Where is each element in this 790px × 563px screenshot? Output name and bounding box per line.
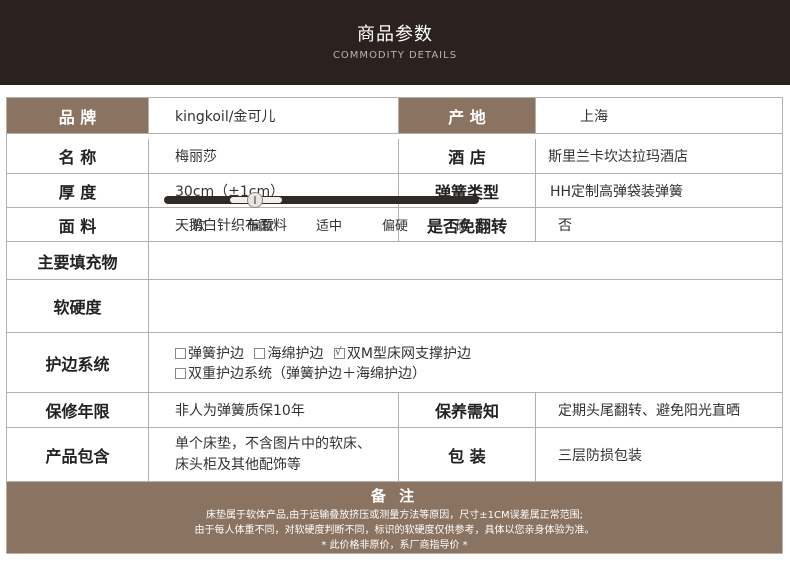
package-label: 产品包含 bbox=[7, 428, 149, 482]
firmness-tick-2: 适中 bbox=[315, 219, 343, 234]
edge-options-line-2: 双重护边系统（弹簧护边＋海绵护边） bbox=[175, 363, 426, 383]
care-label: 保养需知 bbox=[399, 393, 536, 428]
checkbox-icon bbox=[175, 368, 186, 379]
firmness-tick-1: 偏软 bbox=[247, 219, 275, 234]
brand-label: 品 牌 bbox=[7, 98, 149, 134]
checkbox-icon bbox=[254, 348, 266, 359]
page-header: 商品参数 COMMODITY DETAILS bbox=[0, 0, 790, 85]
firmness-knob[interactable] bbox=[247, 192, 263, 208]
name-value: 梅丽莎 bbox=[149, 139, 399, 174]
package-value-line2: 床头柜及其他配饰等 bbox=[175, 456, 301, 473]
warranty-value: 非人为弹簧质保10年 bbox=[149, 393, 399, 428]
origin-value: 上海 bbox=[536, 98, 782, 134]
firmness-tick-3: 偏硬 bbox=[381, 219, 409, 234]
firmness-slider[interactable]: 软 偏软 适中 偏硬 硬 bbox=[164, 184, 479, 234]
package-value-line1: 单个床垫，不含图片中的软床、 bbox=[175, 435, 371, 452]
warranty-label: 保修年限 bbox=[7, 393, 149, 428]
notes-title: 备 注 bbox=[370, 487, 419, 505]
firmness-tick-4: 硬 bbox=[455, 219, 469, 234]
checkbox-checked-icon bbox=[333, 345, 345, 359]
packing-value: 三层防损包装 bbox=[536, 428, 782, 482]
brand-value: kingkoil/金可儿 bbox=[149, 98, 399, 134]
edge-option-double-m[interactable]: 双M型床网支撑护边 bbox=[333, 345, 471, 362]
notes-line-1: 床垫属于软体产品,由于运输叠放挤压或测量方法等原因，尺寸±1CM误差属正常范围; bbox=[206, 510, 583, 521]
thickness-label: 厚 度 bbox=[7, 174, 149, 208]
spec-table: 品 牌 kingkoil/金可儿 产 地 上海 名 称 梅丽莎 酒 店 斯里兰卡… bbox=[6, 97, 783, 554]
notes-line-2: 由于每人体重不同，对软硬度判断不同，标识的软硬度仅供参考，具体以您亲身体验为准。 bbox=[194, 525, 595, 536]
hotel-label: 酒 店 bbox=[399, 139, 536, 174]
spring-value: HH定制高弹袋装弹簧 bbox=[536, 174, 782, 208]
flip-value: 否 bbox=[536, 208, 782, 242]
care-value: 定期头尾翻转、避免阳光直晒 bbox=[536, 393, 782, 428]
checkbox-icon bbox=[175, 348, 186, 359]
package-value: 单个床垫，不含图片中的软床、 床头柜及其他配饰等 bbox=[149, 428, 399, 482]
edge-label: 护边系统 bbox=[7, 333, 149, 393]
firmness-track bbox=[164, 196, 479, 204]
notes-line-3: * 此价格非原价，系厂商指导价 * bbox=[321, 540, 468, 551]
filling-label: 主要填充物 bbox=[7, 242, 149, 280]
edge-option-spring[interactable]: 弹簧护边 bbox=[175, 346, 244, 362]
origin-label: 产 地 bbox=[399, 98, 536, 134]
packing-label: 包 装 bbox=[399, 428, 536, 482]
firmness-cell bbox=[149, 280, 782, 333]
edge-options-line-1: 弹簧护边 海绵护边 双M型床网支撑护边 bbox=[175, 343, 471, 363]
page-subtitle: COMMODITY DETAILS bbox=[332, 50, 458, 61]
fabric-label: 面 料 bbox=[7, 208, 149, 242]
name-label: 名 称 bbox=[7, 139, 149, 174]
filling-value bbox=[149, 242, 782, 280]
notes-section: 备 注 床垫属于软体产品,由于运输叠放挤压或测量方法等原因，尺寸±1CM误差属正… bbox=[7, 482, 782, 553]
edge-option-dual[interactable]: 双重护边系统（弹簧护边＋海绵护边） bbox=[175, 366, 426, 382]
edge-option-foam[interactable]: 海绵护边 bbox=[254, 346, 323, 362]
firmness-label: 软硬度 bbox=[7, 280, 149, 333]
hotel-value: 斯里兰卡坎达拉玛酒店 bbox=[536, 139, 782, 174]
page-title: 商品参数 bbox=[357, 24, 433, 45]
firmness-tick-0: 软 bbox=[192, 219, 206, 234]
